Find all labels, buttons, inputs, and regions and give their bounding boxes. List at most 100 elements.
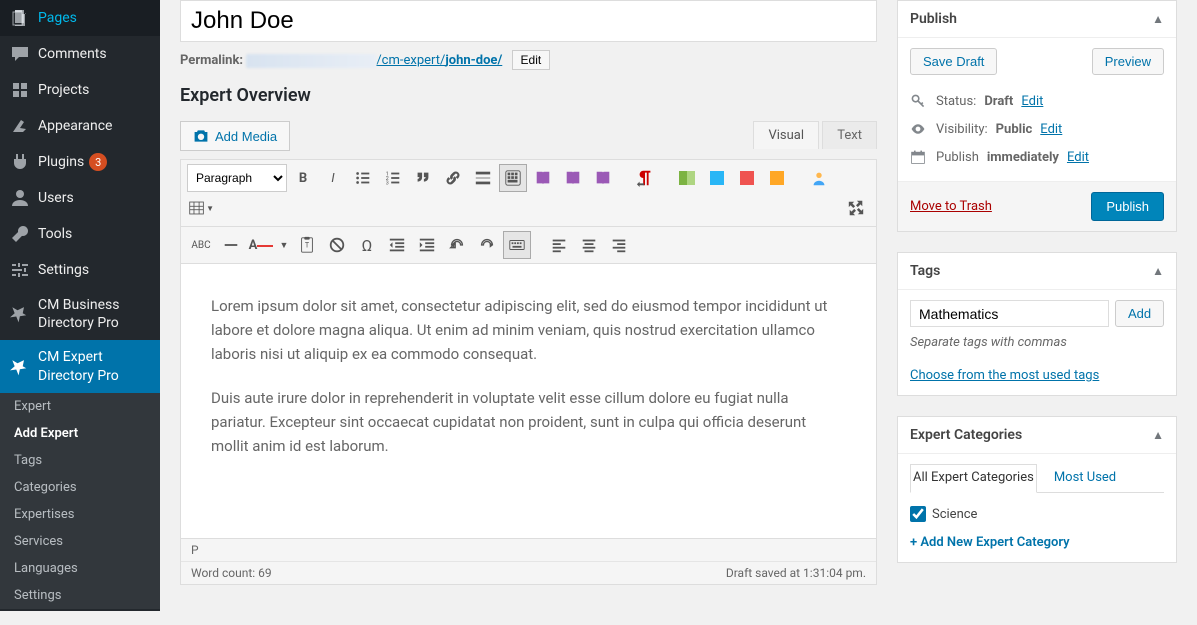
draft-saved-time: Draft saved at 1:31:04 pm.	[726, 566, 866, 580]
color-red-button[interactable]	[733, 164, 761, 192]
special-char-button[interactable]: Ω	[353, 231, 381, 259]
menu-label: Pages	[38, 9, 77, 27]
undo-button[interactable]	[443, 231, 471, 259]
tags-metabox-head[interactable]: Tags ▲	[898, 253, 1176, 290]
submenu-add-expert[interactable]: Add Expert	[0, 420, 160, 447]
paste-text-button[interactable]: T	[293, 231, 321, 259]
color-green-button[interactable]	[673, 164, 701, 192]
schedule-edit-link[interactable]: Edit	[1067, 150, 1089, 165]
status-value: Draft	[984, 94, 1013, 109]
cat-tab-all[interactable]: All Expert Categories	[910, 464, 1037, 493]
user-icon-button[interactable]	[805, 164, 833, 192]
bold-button[interactable]: B	[289, 164, 317, 192]
text-color-dropdown[interactable]: ▼	[277, 231, 291, 259]
menu-item-projects[interactable]: Projects	[0, 72, 160, 108]
submenu-expertises[interactable]: Expertises	[0, 501, 160, 528]
submenu-services[interactable]: Services	[0, 528, 160, 555]
format-select[interactable]: Paragraph	[187, 164, 287, 192]
chevron-up-icon: ▲	[1152, 428, 1164, 442]
permalink-path[interactable]: /cm-expert/john-doe/	[376, 53, 502, 68]
add-media-button[interactable]: Add Media	[180, 121, 290, 151]
editor-mode-tabs: Visual Text	[753, 121, 877, 149]
menu-item-plugins[interactable]: Plugins 3	[0, 144, 160, 180]
outdent-button[interactable]	[383, 231, 411, 259]
permalink-edit-button[interactable]: Edit	[512, 50, 551, 70]
key-icon	[910, 93, 928, 109]
bullet-list-button[interactable]	[349, 164, 377, 192]
move-to-trash-link[interactable]: Move to Trash	[910, 199, 992, 214]
camera-icon	[193, 128, 209, 144]
chevron-up-icon: ▲	[1152, 12, 1164, 26]
category-label: Science	[932, 507, 977, 522]
color-orange-button[interactable]	[763, 164, 791, 192]
menu-item-tools[interactable]: Tools	[0, 216, 160, 252]
category-checkbox[interactable]	[910, 506, 926, 522]
eye-icon	[910, 121, 928, 137]
plugins-icon	[10, 152, 30, 172]
menu-item-comments[interactable]: Comments	[0, 36, 160, 72]
publish-button[interactable]: Publish	[1091, 192, 1164, 221]
submenu-categories[interactable]: Categories	[0, 474, 160, 501]
indent-button[interactable]	[413, 231, 441, 259]
svg-text:T: T	[305, 241, 310, 250]
status-edit-link[interactable]: Edit	[1021, 94, 1043, 109]
tags-metabox: Tags ▲ Add Separate tags with commas Cho…	[897, 252, 1177, 396]
color-blue-button[interactable]	[703, 164, 731, 192]
category-item-science[interactable]: Science	[910, 503, 1164, 525]
book-icon-2[interactable]	[559, 164, 587, 192]
hr-button[interactable]	[217, 231, 245, 259]
align-right-button[interactable]	[605, 231, 633, 259]
submenu-languages[interactable]: Languages	[0, 555, 160, 582]
choose-used-tags-link[interactable]: Choose from the most used tags	[910, 368, 1099, 383]
cat-tab-most-used[interactable]: Most Used	[1051, 464, 1119, 492]
title-input[interactable]	[180, 0, 877, 42]
menu-label: Plugins	[38, 153, 84, 171]
blockquote-button[interactable]	[409, 164, 437, 192]
menu-item-cm-business[interactable]: CM Business Directory Pro	[0, 288, 160, 340]
text-color-button[interactable]: A	[247, 231, 275, 259]
book-icon-3[interactable]	[589, 164, 617, 192]
align-left-button[interactable]	[545, 231, 573, 259]
add-new-category-link[interactable]: + Add New Expert Category	[910, 535, 1070, 550]
book-icon-1[interactable]	[529, 164, 557, 192]
submenu-expert[interactable]: Expert	[0, 393, 160, 420]
status-label: Status:	[936, 94, 976, 109]
word-count: Word count: 69	[191, 566, 272, 580]
tab-visual[interactable]: Visual	[753, 121, 819, 149]
save-draft-button[interactable]: Save Draft	[910, 48, 997, 75]
rtl-button[interactable]	[631, 164, 659, 192]
insert-more-button[interactable]	[469, 164, 497, 192]
editor-body[interactable]: Lorem ipsum dolor sit amet, consectetur …	[181, 264, 876, 538]
toolbar-toggle-button[interactable]	[499, 164, 527, 192]
table-button[interactable]: ▼	[187, 194, 215, 222]
schedule-label: Publish	[936, 150, 979, 165]
submenu-cm-expert: Expert Add Expert Tags Categories Expert…	[0, 393, 160, 609]
menu-item-settings[interactable]: Settings	[0, 252, 160, 288]
italic-button[interactable]: I	[319, 164, 347, 192]
menu-label: CM Business Directory Pro	[38, 296, 152, 332]
tab-text[interactable]: Text	[822, 121, 877, 149]
element-path[interactable]: P	[181, 539, 876, 562]
visibility-edit-link[interactable]: Edit	[1040, 122, 1062, 137]
plugins-badge: 3	[89, 153, 107, 171]
publish-metabox-head[interactable]: Publish ▲	[898, 1, 1176, 38]
menu-item-appearance[interactable]: Appearance	[0, 108, 160, 144]
align-center-button[interactable]	[575, 231, 603, 259]
submenu-settings[interactable]: Settings	[0, 582, 160, 609]
strikethrough-button[interactable]: ABC	[187, 231, 215, 259]
clear-formatting-button[interactable]	[323, 231, 351, 259]
redo-button[interactable]	[473, 231, 501, 259]
projects-icon	[10, 80, 30, 100]
numbered-list-button[interactable]: 123	[379, 164, 407, 192]
link-button[interactable]	[439, 164, 467, 192]
fullscreen-button[interactable]	[842, 194, 870, 222]
tag-add-button[interactable]: Add	[1115, 300, 1164, 327]
categories-metabox-head[interactable]: Expert Categories ▲	[898, 417, 1176, 454]
keyboard-button[interactable]	[503, 231, 531, 259]
tag-input[interactable]	[910, 300, 1109, 327]
submenu-tags[interactable]: Tags	[0, 447, 160, 474]
preview-button[interactable]: Preview	[1092, 48, 1164, 75]
menu-item-users[interactable]: Users	[0, 180, 160, 216]
menu-item-pages[interactable]: Pages	[0, 0, 160, 36]
menu-item-cm-expert[interactable]: CM Expert Directory Pro	[0, 340, 160, 392]
